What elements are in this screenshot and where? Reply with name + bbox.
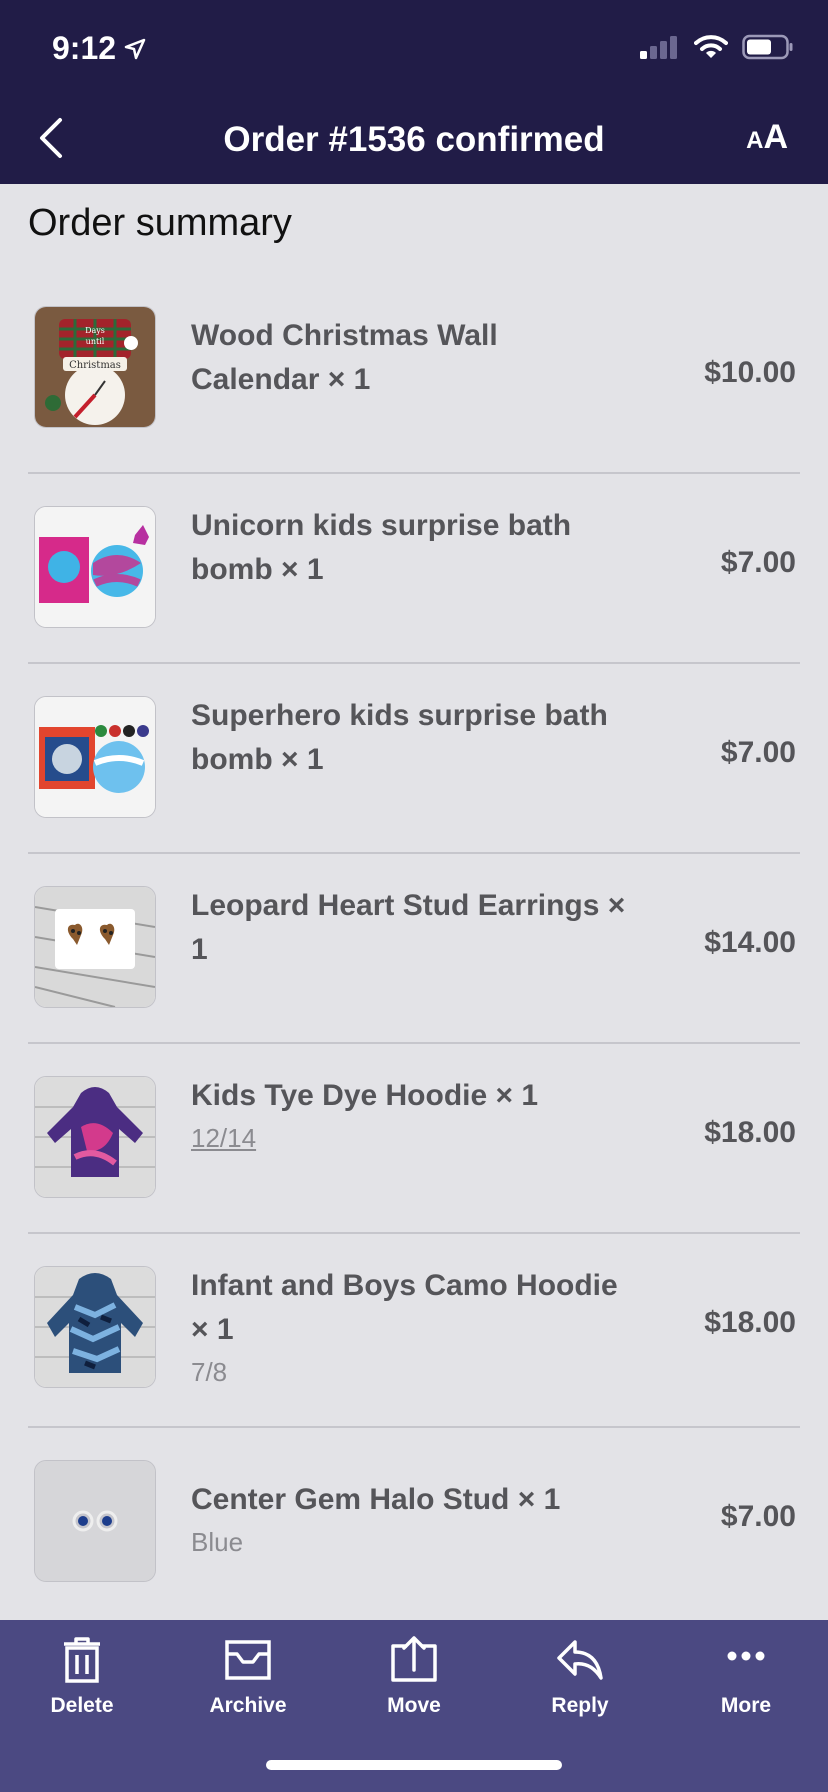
- thumb-word-days: Days: [85, 326, 105, 335]
- home-indicator[interactable]: [266, 1760, 562, 1770]
- move-folder-icon: [391, 1636, 437, 1682]
- item-price: $14.00: [704, 926, 796, 959]
- wifi-icon: [694, 35, 728, 58]
- cellular-signal-icon: [640, 36, 677, 59]
- order-item: Days until Christmas Wood Christmas Wall…: [28, 284, 800, 474]
- product-image: [34, 886, 156, 1008]
- page-title: Order #1536 confirmed: [223, 120, 605, 159]
- archive-label: Archive: [209, 1694, 287, 1717]
- thumb-word-until: until: [86, 337, 105, 346]
- order-summary-heading: Order summary: [28, 202, 292, 244]
- more-label: More: [720, 1694, 772, 1717]
- email-content[interactable]: Order summary Days until Christmas Wood …: [0, 184, 828, 1620]
- order-item: Superhero kids surprise bath bomb × 1 $7…: [28, 664, 800, 854]
- status-time-text: 9:12: [52, 30, 117, 66]
- back-button[interactable]: [28, 112, 80, 164]
- order-item: Center Gem Halo Stud × 1 Blue $7.00: [28, 1428, 800, 1620]
- product-image: [34, 1266, 156, 1388]
- archive-button[interactable]: Archive: [183, 1636, 313, 1718]
- order-item: Kids Tye Dye Hoodie × 1 12/14 $18.00: [28, 1044, 800, 1234]
- item-name: Center Gem Halo Stud × 1: [191, 1483, 561, 1516]
- text-size-button[interactable]: AA: [746, 118, 788, 157]
- location-arrow-icon: [124, 38, 146, 59]
- product-image: Days until Christmas: [34, 306, 156, 428]
- status-icons: [640, 34, 794, 60]
- delete-button[interactable]: Delete: [17, 1636, 147, 1718]
- more-button[interactable]: More: [681, 1636, 811, 1718]
- item-text: Leopard Heart Stud Earrings × 1: [191, 884, 631, 972]
- item-name: Kids Tye Dye Hoodie × 1: [191, 1079, 539, 1112]
- item-price: $18.00: [704, 1306, 796, 1339]
- move-label: Move: [387, 1694, 441, 1717]
- item-name: Infant and Boys Camo Hoodie × 1: [191, 1269, 618, 1346]
- item-text: Infant and Boys Camo Hoodie × 1 7/8: [191, 1264, 631, 1392]
- chevron-left-icon: [40, 118, 62, 158]
- item-text: Center Gem Halo Stud × 1 Blue: [191, 1478, 631, 1562]
- thumb-word-christmas: Christmas: [69, 360, 121, 371]
- reply-label: Reply: [551, 1694, 609, 1717]
- order-items-list: Days until Christmas Wood Christmas Wall…: [28, 284, 800, 1620]
- product-image: [34, 696, 156, 818]
- battery-icon: [742, 34, 793, 60]
- item-text: Superhero kids surprise bath bomb × 1: [191, 694, 631, 782]
- order-item: Infant and Boys Camo Hoodie × 1 7/8 $18.…: [28, 1234, 800, 1428]
- item-text: Unicorn kids surprise bath bomb × 1: [191, 504, 631, 592]
- more-dots-icon: [727, 1651, 765, 1661]
- text-size-small-glyph: A: [746, 127, 764, 154]
- status-bar: 9:12: [0, 0, 828, 92]
- item-price: $7.00: [720, 1500, 796, 1533]
- item-name: Leopard Heart Stud Earrings × 1: [191, 889, 626, 966]
- item-name: Superhero kids surprise bath bomb × 1: [191, 699, 608, 776]
- item-variant: Blue: [191, 1527, 244, 1557]
- trash-icon: [64, 1637, 100, 1683]
- item-name: Wood Christmas Wall Calendar × 1: [191, 319, 498, 396]
- order-item: Leopard Heart Stud Earrings × 1 $14.00: [28, 854, 800, 1044]
- item-text: Kids Tye Dye Hoodie × 1 12/14: [191, 1074, 631, 1158]
- item-text: Wood Christmas Wall Calendar × 1: [191, 314, 631, 402]
- navigation-bar: Order #1536 confirmed AA: [0, 92, 828, 184]
- delete-label: Delete: [50, 1694, 114, 1717]
- archive-icon: [225, 1640, 271, 1680]
- move-button[interactable]: Move: [349, 1636, 479, 1718]
- reply-button[interactable]: Reply: [515, 1636, 645, 1718]
- product-image: [34, 1076, 156, 1198]
- order-item: Unicorn kids surprise bath bomb × 1 $7.0…: [28, 474, 800, 664]
- item-price: $10.00: [704, 356, 796, 389]
- item-price: $18.00: [704, 1116, 796, 1149]
- item-name: Unicorn kids surprise bath bomb × 1: [191, 509, 572, 586]
- text-size-big-glyph: A: [763, 118, 788, 156]
- product-image: [34, 1460, 156, 1582]
- item-variant: 12/14: [191, 1123, 257, 1153]
- status-time: 9:12: [52, 30, 146, 67]
- product-image: [34, 506, 156, 628]
- reply-arrow-icon: [557, 1640, 603, 1680]
- item-variant: 7/8: [191, 1357, 228, 1387]
- item-price: $7.00: [720, 736, 796, 769]
- item-price: $7.00: [720, 546, 796, 579]
